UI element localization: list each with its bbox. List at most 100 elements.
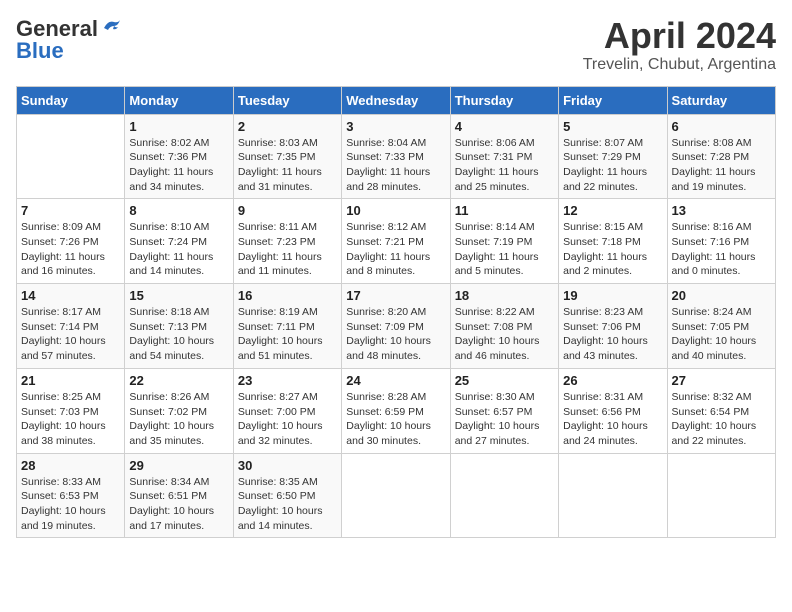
day-info: Sunrise: 8:02 AMSunset: 7:36 PMDaylight:…: [129, 137, 213, 193]
day-number: 23: [238, 373, 337, 388]
day-info: Sunrise: 8:11 AMSunset: 7:23 PMDaylight:…: [238, 221, 322, 277]
day-number: 26: [563, 373, 662, 388]
day-info: Sunrise: 8:08 AMSunset: 7:28 PMDaylight:…: [672, 137, 756, 193]
day-info: Sunrise: 8:19 AMSunset: 7:11 PMDaylight:…: [238, 306, 323, 362]
calendar-day-header: Tuesday: [233, 86, 341, 114]
calendar-cell: 3Sunrise: 8:04 AMSunset: 7:33 PMDaylight…: [342, 114, 450, 199]
day-info: Sunrise: 8:09 AMSunset: 7:26 PMDaylight:…: [21, 221, 105, 277]
day-number: 14: [21, 288, 120, 303]
page-header: General Blue April 2024 Trevelin, Chubut…: [16, 16, 776, 74]
calendar-cell: 7 Sunrise: 8:09 AMSunset: 7:26 PMDaylight…: [17, 199, 125, 284]
calendar-cell: 24 Sunrise: 8:28 AMSunset: 6:59 PMDayligh…: [342, 368, 450, 453]
calendar-cell: 9 Sunrise: 8:11 AMSunset: 7:23 PMDaylight…: [233, 199, 341, 284]
day-info: Sunrise: 8:30 AMSunset: 6:57 PMDaylight:…: [455, 391, 540, 447]
day-number: 25: [455, 373, 554, 388]
calendar-cell: 23 Sunrise: 8:27 AMSunset: 7:00 PMDayligh…: [233, 368, 341, 453]
day-number: 18: [455, 288, 554, 303]
day-info: Sunrise: 8:33 AMSunset: 6:53 PMDaylight:…: [21, 476, 106, 532]
day-number: 22: [129, 373, 228, 388]
calendar-day-header: Thursday: [450, 86, 558, 114]
day-info: Sunrise: 8:03 AMSunset: 7:35 PMDaylight:…: [238, 137, 322, 193]
calendar-cell: 18 Sunrise: 8:22 AMSunset: 7:08 PMDayligh…: [450, 284, 558, 369]
day-number: 12: [563, 203, 662, 218]
logo: General Blue: [16, 16, 122, 64]
calendar-cell: 29Sunrise: 8:34 AMSunset: 6:51 PMDayligh…: [125, 453, 233, 538]
calendar-table: SundayMondayTuesdayWednesdayThursdayFrid…: [16, 86, 776, 539]
day-number: 9: [238, 203, 337, 218]
calendar-cell: 6 Sunrise: 8:08 AMSunset: 7:28 PMDaylight…: [667, 114, 775, 199]
day-number: 15: [129, 288, 228, 303]
day-info: Sunrise: 8:20 AMSunset: 7:09 PMDaylight:…: [346, 306, 431, 362]
day-info: Sunrise: 8:24 AMSunset: 7:05 PMDaylight:…: [672, 306, 757, 362]
calendar-day-header: Monday: [125, 86, 233, 114]
calendar-cell: 1Sunrise: 8:02 AMSunset: 7:36 PMDaylight…: [125, 114, 233, 199]
calendar-week-row: 1Sunrise: 8:02 AMSunset: 7:36 PMDaylight…: [17, 114, 776, 199]
day-number: 28: [21, 458, 120, 473]
calendar-day-header: Friday: [559, 86, 667, 114]
day-info: Sunrise: 8:07 AMSunset: 7:29 PMDaylight:…: [563, 137, 647, 193]
day-info: Sunrise: 8:18 AMSunset: 7:13 PMDaylight:…: [129, 306, 214, 362]
day-number: 21: [21, 373, 120, 388]
calendar-cell: [342, 453, 450, 538]
day-info: Sunrise: 8:22 AMSunset: 7:08 PMDaylight:…: [455, 306, 540, 362]
day-number: 11: [455, 203, 554, 218]
calendar-cell: 8Sunrise: 8:10 AMSunset: 7:24 PMDaylight…: [125, 199, 233, 284]
day-info: Sunrise: 8:04 AMSunset: 7:33 PMDaylight:…: [346, 137, 430, 193]
day-info: Sunrise: 8:28 AMSunset: 6:59 PMDaylight:…: [346, 391, 431, 447]
calendar-day-header: Sunday: [17, 86, 125, 114]
day-number: 4: [455, 119, 554, 134]
day-number: 27: [672, 373, 771, 388]
calendar-cell: 10Sunrise: 8:12 AMSunset: 7:21 PMDayligh…: [342, 199, 450, 284]
calendar-cell: [667, 453, 775, 538]
day-info: Sunrise: 8:26 AMSunset: 7:02 PMDaylight:…: [129, 391, 214, 447]
calendar-cell: 21 Sunrise: 8:25 AMSunset: 7:03 PMDayligh…: [17, 368, 125, 453]
day-info: Sunrise: 8:31 AMSunset: 6:56 PMDaylight:…: [563, 391, 648, 447]
day-number: 6: [672, 119, 771, 134]
day-number: 19: [563, 288, 662, 303]
day-info: Sunrise: 8:06 AMSunset: 7:31 PMDaylight:…: [455, 137, 539, 193]
calendar-cell: 12Sunrise: 8:15 AMSunset: 7:18 PMDayligh…: [559, 199, 667, 284]
calendar-cell: 17 Sunrise: 8:20 AMSunset: 7:09 PMDayligh…: [342, 284, 450, 369]
calendar-cell: 13 Sunrise: 8:16 AMSunset: 7:16 PMDayligh…: [667, 199, 775, 284]
calendar-cell: 25 Sunrise: 8:30 AMSunset: 6:57 PMDayligh…: [450, 368, 558, 453]
calendar-cell: 20 Sunrise: 8:24 AMSunset: 7:05 PMDayligh…: [667, 284, 775, 369]
calendar-cell: 11 Sunrise: 8:14 AMSunset: 7:19 PMDayligh…: [450, 199, 558, 284]
calendar-cell: 28 Sunrise: 8:33 AMSunset: 6:53 PMDayligh…: [17, 453, 125, 538]
day-info: Sunrise: 8:32 AMSunset: 6:54 PMDaylight:…: [672, 391, 757, 447]
day-number: 17: [346, 288, 445, 303]
day-number: 20: [672, 288, 771, 303]
calendar-cell: 5Sunrise: 8:07 AMSunset: 7:29 PMDaylight…: [559, 114, 667, 199]
page-title: April 2024: [583, 16, 776, 56]
day-info: Sunrise: 8:25 AMSunset: 7:03 PMDaylight:…: [21, 391, 106, 447]
calendar-cell: 2 Sunrise: 8:03 AMSunset: 7:35 PMDaylight…: [233, 114, 341, 199]
calendar-cell: [559, 453, 667, 538]
logo-blue-text: Blue: [16, 38, 64, 64]
calendar-cell: 14 Sunrise: 8:17 AMSunset: 7:14 PMDayligh…: [17, 284, 125, 369]
calendar-day-header: Wednesday: [342, 86, 450, 114]
day-number: 2: [238, 119, 337, 134]
day-info: Sunrise: 8:17 AMSunset: 7:14 PMDaylight:…: [21, 306, 106, 362]
day-info: Sunrise: 8:27 AMSunset: 7:00 PMDaylight:…: [238, 391, 323, 447]
day-info: Sunrise: 8:14 AMSunset: 7:19 PMDaylight:…: [455, 221, 539, 277]
calendar-cell: 30 Sunrise: 8:35 AMSunset: 6:50 PMDayligh…: [233, 453, 341, 538]
calendar-header-row: SundayMondayTuesdayWednesdayThursdayFrid…: [17, 86, 776, 114]
calendar-cell: 19 Sunrise: 8:23 AMSunset: 7:06 PMDayligh…: [559, 284, 667, 369]
day-number: 16: [238, 288, 337, 303]
day-number: 30: [238, 458, 337, 473]
day-number: 10: [346, 203, 445, 218]
logo-bird-icon: [100, 18, 122, 36]
calendar-cell: [17, 114, 125, 199]
page-subtitle: Trevelin, Chubut, Argentina: [583, 56, 776, 74]
day-number: 7: [21, 203, 120, 218]
day-info: Sunrise: 8:23 AMSunset: 7:06 PMDaylight:…: [563, 306, 648, 362]
calendar-cell: 27 Sunrise: 8:32 AMSunset: 6:54 PMDayligh…: [667, 368, 775, 453]
day-info: Sunrise: 8:35 AMSunset: 6:50 PMDaylight:…: [238, 476, 323, 532]
day-info: Sunrise: 8:34 AMSunset: 6:51 PMDaylight:…: [129, 476, 214, 532]
title-block: April 2024 Trevelin, Chubut, Argentina: [583, 16, 776, 74]
day-info: Sunrise: 8:16 AMSunset: 7:16 PMDaylight:…: [672, 221, 756, 277]
day-number: 24: [346, 373, 445, 388]
calendar-cell: 4 Sunrise: 8:06 AMSunset: 7:31 PMDaylight…: [450, 114, 558, 199]
day-number: 13: [672, 203, 771, 218]
calendar-week-row: 14 Sunrise: 8:17 AMSunset: 7:14 PMDayligh…: [17, 284, 776, 369]
calendar-cell: 22 Sunrise: 8:26 AMSunset: 7:02 PMDayligh…: [125, 368, 233, 453]
